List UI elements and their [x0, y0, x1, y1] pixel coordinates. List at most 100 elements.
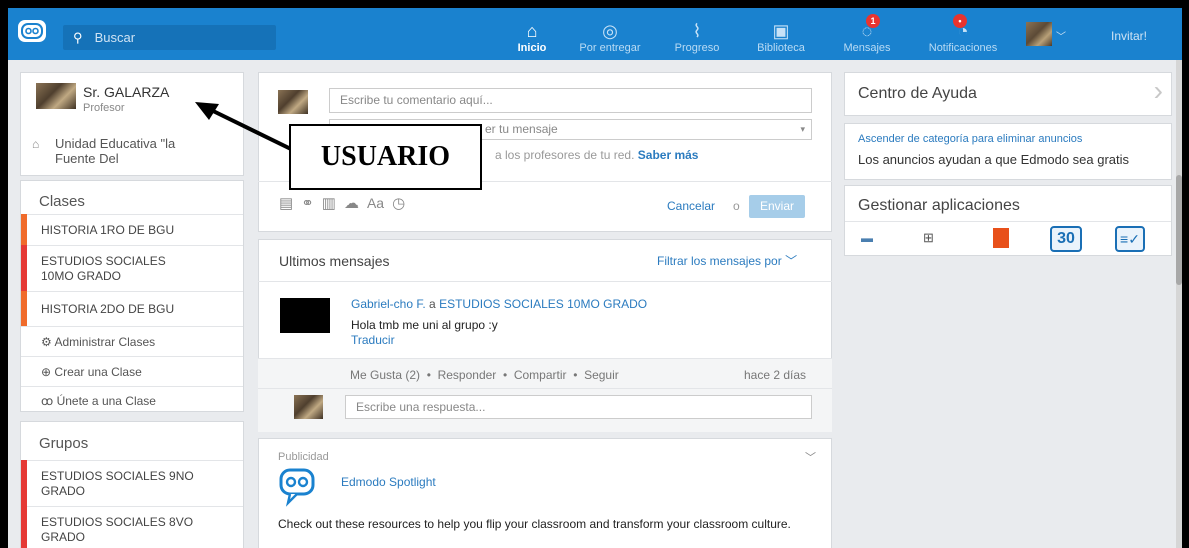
classes-title: Clases	[39, 193, 85, 210]
composer-hint: a los profesores de tu red. Saber más	[495, 148, 698, 162]
annotation-arrow-icon	[195, 102, 298, 154]
nav-progreso[interactable]: ⌇ Progreso	[662, 8, 732, 60]
share-button[interactable]: Compartir	[514, 368, 567, 382]
upgrade-link[interactable]: Ascender de categoría para eliminar anun…	[858, 133, 1082, 145]
annotation-label: USUARIO	[289, 124, 482, 190]
chevron-down-icon: ﹀	[785, 254, 798, 268]
reply-input[interactable]: Escribe una respuesta...	[345, 395, 812, 419]
note-icon[interactable]: ▤	[279, 194, 293, 212]
nav-biblioteca[interactable]: ▣ Biblioteca	[746, 8, 816, 60]
filter-messages-button[interactable]: Filtrar los mensajes por ﹀	[657, 252, 797, 269]
page-scrollbar[interactable]	[1176, 60, 1182, 548]
school-name[interactable]: Unidad Educativa "la Fuente Del	[55, 136, 205, 166]
plus-circle-icon: ⊕	[41, 365, 52, 379]
ad-card	[258, 438, 832, 548]
nav-label: Inicio	[517, 42, 547, 54]
join-class-button[interactable]: ꝏ Únete a una Clase	[21, 386, 243, 413]
progress-icon: ⌇	[692, 21, 702, 41]
quiz-app-icon[interactable]: ≡✓	[1115, 226, 1145, 252]
cloud-drive-icon[interactable]: ☁	[344, 194, 359, 212]
post-header: Gabriel-cho F. a ESTUDIOS SOCIALES 10MO …	[351, 297, 647, 311]
translate-link[interactable]: Traducir	[351, 333, 395, 347]
chevron-right-icon: ›	[1153, 75, 1163, 106]
app-frame: ⚲ Buscar ⌂ Inicio ◎ Por entregar ⌇ Progr…	[8, 8, 1182, 548]
ad-title-link[interactable]: Edmodo Spotlight	[341, 475, 436, 489]
ads-note: Los anuncios ayudan a que Edmodo sea gra…	[858, 152, 1130, 167]
follow-button[interactable]: Seguir	[584, 368, 619, 382]
learn-more-link[interactable]: Saber más	[638, 148, 699, 162]
nav-label: Por entregar	[579, 42, 641, 54]
text-format-icon[interactable]: Aa	[367, 195, 384, 211]
composer-toolbar: ▤ ⚭ ▥ ☁ Aa ◷	[279, 194, 413, 212]
chevron-down-icon[interactable]: ﹀	[805, 449, 816, 465]
help-card[interactable]: Centro de Ayuda ›	[844, 72, 1172, 116]
search-input[interactable]: ⚲ Buscar	[63, 25, 276, 50]
classes-card: Clases HISTORIA 1RO DE BGU ESTUDIOS SOCI…	[20, 180, 244, 412]
class-item[interactable]: ESTUDIOS SOCIALES 10MO GRADO	[21, 245, 243, 292]
nav-label: Mensajes	[843, 42, 891, 54]
class-item[interactable]: HISTORIA 2DO DE BGU	[21, 291, 243, 327]
messages-badge: 1	[866, 14, 880, 28]
hint-text: a los profesores de tu red.	[495, 148, 635, 162]
groups-title: Grupos	[39, 435, 89, 452]
filter-label: Filtrar los mensajes por	[657, 254, 782, 268]
notifications-badge: •	[953, 14, 967, 28]
grid-icon[interactable]: ⊞	[923, 230, 934, 246]
store-icon[interactable]: ▬	[861, 231, 873, 245]
link-icon[interactable]: ⚭	[301, 194, 314, 212]
manage-classes-label: Administrar Clases	[54, 335, 156, 349]
search-placeholder: Buscar	[94, 30, 136, 45]
create-class-label: Crear una Clase	[54, 365, 142, 379]
reply-avatar	[294, 395, 323, 419]
user-avatar-menu[interactable]	[1026, 22, 1052, 46]
school-icon: ⌂	[32, 137, 40, 151]
join-class-label: Únete a una Clase	[56, 394, 156, 408]
profile-name[interactable]: Sr. GALARZA	[83, 84, 169, 100]
profile-avatar[interactable]	[36, 83, 76, 109]
scrollbar-thumb[interactable]	[1176, 175, 1182, 285]
post-actions: Me Gusta (2) • Responder • Compartir • S…	[350, 368, 619, 382]
groups-card: Grupos ESTUDIOS SOCIALES 9NO GRADO ESTUD…	[20, 421, 244, 548]
assignment-icon: ◎	[602, 21, 618, 41]
home-icon: ⌂	[526, 21, 538, 41]
library-icon[interactable]: ▥	[322, 194, 336, 212]
post-text: Hola tmb me uni al grupo :y	[351, 318, 498, 332]
post-author-avatar[interactable]	[280, 298, 330, 333]
profile-role: Profesor	[83, 102, 125, 114]
feed-title: Ultimos mensajes	[279, 253, 390, 269]
post-author-link[interactable]: Gabriel-cho F.	[351, 297, 426, 311]
gear-icon: ⚙	[41, 335, 52, 349]
reply-button[interactable]: Responder	[438, 368, 497, 382]
nav-por-entregar[interactable]: ◎ Por entregar	[575, 8, 645, 60]
chevron-down-icon: ▾	[800, 124, 805, 134]
class-item[interactable]: HISTORIA 1RO DE BGU	[21, 214, 243, 246]
office-app-icon[interactable]	[993, 228, 1009, 248]
ads-info-card: Ascender de categoría para eliminar anun…	[844, 123, 1172, 180]
calendar-app-icon[interactable]: 30	[1050, 226, 1082, 252]
group-item[interactable]: ESTUDIOS SOCIALES 9NO GRADO	[21, 460, 243, 507]
library-icon: ▣	[772, 21, 790, 41]
nav-inicio[interactable]: ⌂ Inicio	[497, 8, 567, 60]
nav-label: Progreso	[674, 42, 720, 54]
like-button[interactable]: Me Gusta (2)	[350, 368, 420, 382]
post-to-word: a	[429, 297, 436, 311]
class-color-bar	[21, 214, 27, 246]
chevron-down-icon[interactable]: ﹀	[1056, 28, 1066, 43]
clock-icon[interactable]: ◷	[392, 194, 405, 212]
or-text: o	[733, 199, 740, 213]
group-item[interactable]: ESTUDIOS SOCIALES 8VO GRADO	[21, 506, 243, 548]
top-nav-bar: ⚲ Buscar ⌂ Inicio ◎ Por entregar ⌇ Progr…	[8, 8, 1182, 60]
edmodo-logo-icon[interactable]	[18, 20, 46, 42]
post-target-link[interactable]: ESTUDIOS SOCIALES 10MO GRADO	[439, 297, 647, 311]
send-button[interactable]: Enviar	[749, 195, 805, 218]
group-item-label: ESTUDIOS SOCIALES 9NO GRADO	[41, 469, 194, 498]
users-icon: ꝏ	[41, 394, 54, 408]
manage-classes-button[interactable]: ⚙ Administrar Clases	[21, 326, 243, 356]
invite-link[interactable]: Invitar!	[1111, 29, 1147, 43]
comment-input[interactable]: Escribe tu comentario aquí...	[329, 88, 812, 113]
cancel-link[interactable]: Cancelar	[667, 199, 715, 213]
apps-card: Gestionar aplicaciones ▬ ⊞ 30 ≡✓	[844, 185, 1172, 256]
ad-label: Publicidad	[278, 451, 329, 463]
feed-divider	[258, 281, 832, 282]
create-class-button[interactable]: ⊕ Crear una Clase	[21, 356, 243, 386]
